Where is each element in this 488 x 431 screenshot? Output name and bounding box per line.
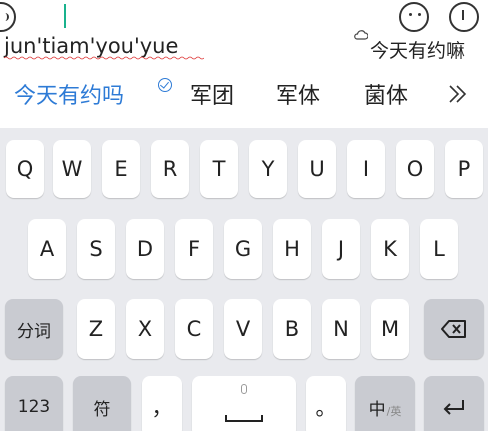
pinyin-text: jun'tiam'you'yue [4, 34, 179, 58]
enter-key[interactable] [424, 376, 484, 431]
voice-icon[interactable] [0, 2, 16, 32]
key-r[interactable]: R [151, 140, 189, 198]
emoji-icon[interactable] [399, 2, 429, 32]
key-o[interactable]: O [396, 140, 434, 198]
key-y[interactable]: Y [249, 140, 287, 198]
number-key[interactable]: 123 [5, 376, 63, 431]
candidate-3[interactable]: 军体 [276, 78, 320, 110]
symbol-key[interactable]: 符 [73, 376, 131, 431]
candidate-2[interactable]: 军团 [190, 78, 234, 110]
more-icon[interactable] [449, 2, 479, 32]
key-i[interactable]: I [347, 140, 385, 198]
mic-icon [241, 384, 247, 394]
text-cursor [64, 4, 66, 28]
key-h[interactable]: H [273, 219, 311, 279]
enter-icon [443, 400, 464, 415]
double-chevron-right-icon[interactable] [446, 80, 470, 108]
key-m[interactable]: M [371, 299, 409, 359]
key-t[interactable]: T [200, 140, 238, 198]
key-c[interactable]: C [175, 299, 213, 359]
backspace-icon [441, 320, 466, 338]
key-d[interactable]: D [126, 219, 164, 279]
key-b[interactable]: B [273, 299, 311, 359]
key-e[interactable]: E [102, 140, 140, 198]
lang-switch-key[interactable]: 中/英 [355, 376, 415, 431]
key-s[interactable]: S [77, 219, 115, 279]
backspace-key[interactable] [424, 299, 484, 359]
key-n[interactable]: N [322, 299, 360, 359]
candidate-1[interactable]: 今天有约吗 [14, 78, 124, 110]
key-z[interactable]: Z [77, 299, 115, 359]
cloud-icon [354, 30, 368, 40]
key-v[interactable]: V [224, 299, 262, 359]
check-circle-icon [158, 78, 172, 92]
fenci-key[interactable]: 分词 [5, 299, 63, 359]
key-l[interactable]: L [420, 219, 458, 279]
key-x[interactable]: X [126, 299, 164, 359]
pinyin-composition: jun'tiam'you'yue [4, 34, 204, 60]
key-q[interactable]: Q [6, 140, 44, 198]
candidate-bar: 今天有约吗 军团 军体 菌体 [0, 74, 488, 120]
key-k[interactable]: K [371, 219, 409, 279]
space-bar-icon [225, 415, 263, 422]
key-u[interactable]: U [298, 140, 336, 198]
key-a[interactable]: A [28, 219, 66, 279]
cloud-candidate[interactable]: 今天有约嘛 [370, 36, 465, 63]
space-key[interactable] [192, 376, 296, 431]
key-p[interactable]: P [445, 140, 483, 198]
spell-squiggle-icon [4, 56, 204, 60]
comma-key[interactable]: ， [142, 376, 182, 431]
key-w[interactable]: W [53, 140, 91, 198]
key-j[interactable]: J [322, 219, 360, 279]
key-f[interactable]: F [175, 219, 213, 279]
period-key[interactable]: 。 [306, 376, 346, 431]
ime-top-area: jun'tiam'you'yue 今天有约嘛 今天有约吗 军团 军体 菌体 [0, 0, 488, 128]
candidate-4[interactable]: 菌体 [364, 78, 408, 110]
key-g[interactable]: G [224, 219, 262, 279]
